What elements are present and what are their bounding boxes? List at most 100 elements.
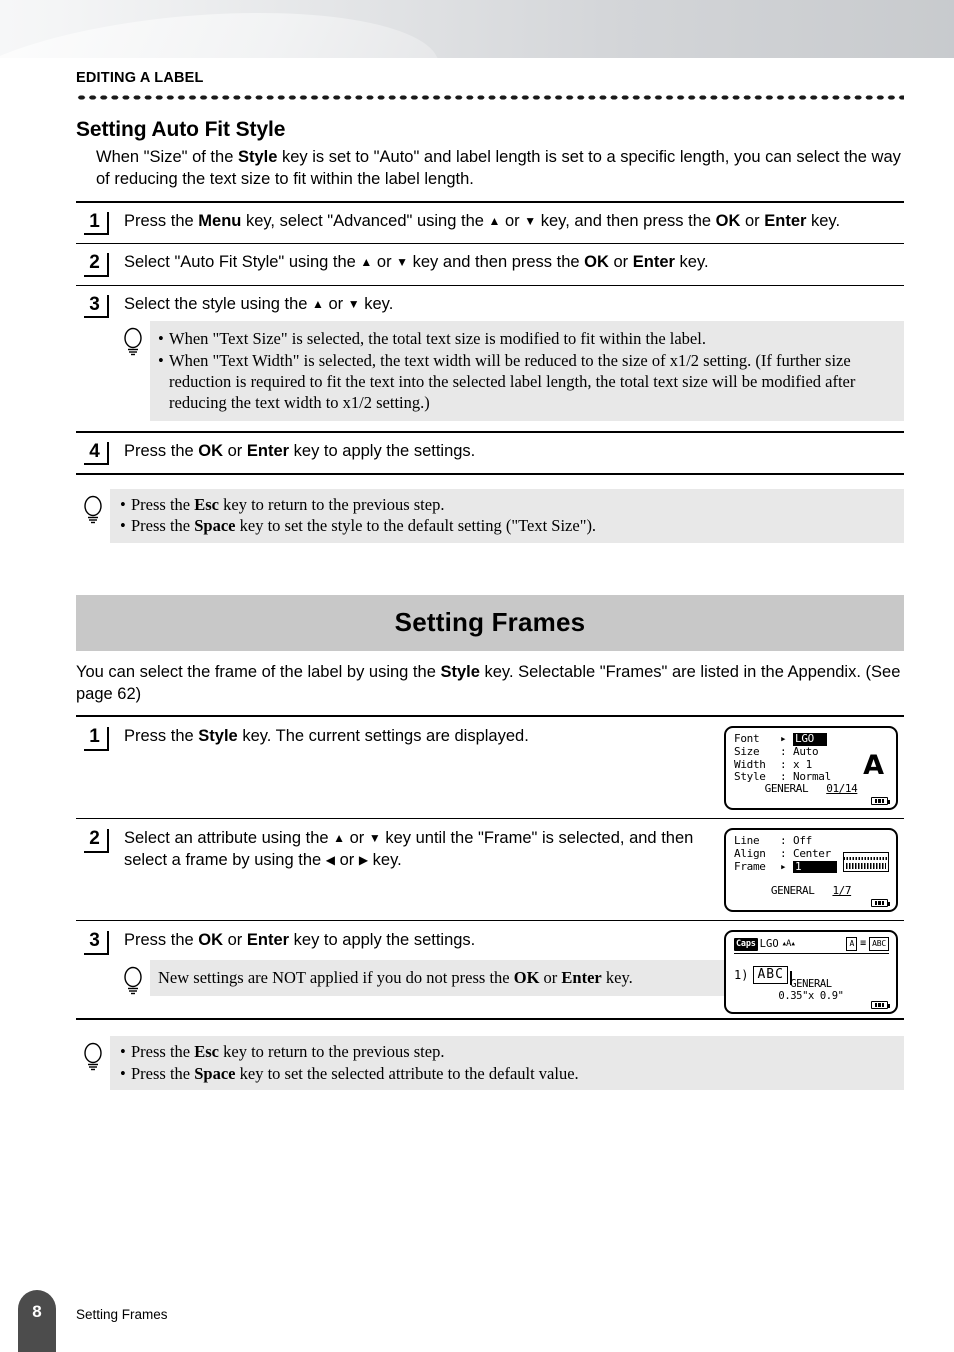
tip-text: Press the Esc key to return to the previ… [131,495,445,515]
battery-icon [871,1001,891,1010]
frame-preview-swatch [843,852,889,873]
lcd-row-sep: : [780,745,787,759]
tip-body: New settings are NOT applied if you do n… [150,959,748,997]
tip-list-item: • Press the Esc key to return to the prev… [120,494,894,515]
step-item: 2 Select an attribute using the ▲ or ▼ k… [76,819,904,920]
lcd-row-key: Frame [734,859,766,873]
lightbulb-icon [76,1036,110,1072]
step-text: Select an attribute using the ▲ or ▼ key… [124,829,694,870]
step-number: 2 [84,253,109,277]
lcd-screen-style-settings: Font ▸ LGO Size : Auto Width : x 1 Style… [724,726,898,811]
step-item: 3 Press the OK or Enter key to apply the… [76,921,904,1018]
step-item: 3 Select the style using the ▲ or ▼ key. [76,286,904,322]
lcd-footer: GENERAL 0.35"x 0.9" [726,979,896,1002]
tip-list-item: • Press the Space key to set the style to… [120,515,894,536]
bullet-icon: • [120,1063,126,1083]
tip-text: When "Text Width" is selected, the text … [169,350,856,412]
lcd-mode-label: GENERAL [764,782,809,796]
tip-box-frames-step3: New settings are NOT applied if you do n… [116,959,748,997]
lcd-footer: GENERAL 01/14 [726,782,896,795]
lcd-screen-frame-settings: Line : Off Align : Center Frame ▸ 1 GENE… [724,828,898,913]
divider-rule [76,1018,904,1021]
tip-text: Press the Space key to set the selected … [131,1063,579,1083]
down-arrow-icon: ▼ [347,296,360,311]
bullet-icon: • [158,329,164,349]
step-item: 1 Press the Menu key, select "Advanced" … [76,203,904,244]
step-number: 1 [84,727,109,751]
tip-body: • When "Text Size" is selected, the total… [150,321,904,421]
step-item: 1 Press the Style key. The current setti… [76,717,904,818]
lcd-row-sep: : [780,847,787,861]
up-arrow-icon: ▲ [360,255,373,270]
tip-box-auto-fit-end: • Press the Esc key to return to the prev… [76,489,904,543]
section-intro-frames: You can select the frame of the label by… [76,662,901,703]
tip-text: Press the Esc key to return to the previ… [131,1042,445,1062]
step-text: Select the style using the ▲ or ▼ key. [124,294,394,313]
page-number-tab: 8 [18,1290,56,1352]
dotted-divider [76,94,904,101]
lcd-row-value: Center [793,847,831,861]
step-number: 3 [84,931,109,955]
up-arrow-icon: ▲ [312,296,324,311]
section-intro-auto-fit: When "Size" of the Style key is set to "… [96,148,901,188]
bullet-icon: • [158,350,164,370]
lcd-font-label: LGO [759,938,779,951]
down-arrow-icon: ▼ [368,831,381,846]
down-arrow-icon: ▼ [524,213,537,228]
page-content: EDITING A LABEL Setting Auto Fit Style W… [76,0,904,1090]
lcd-counter: 1/7 [832,884,852,898]
up-arrow-icon: ▲ [333,831,346,846]
text-size-icon: ▴A▴ [781,939,796,950]
lcd-row-value: 1 [793,860,837,874]
footer-section-label: Setting Frames [76,1307,168,1322]
lightbulb-icon [76,489,110,525]
divider-rule [76,473,904,476]
bullet-icon: • [120,495,126,515]
tip-text: Press the Space key to set the style to … [131,516,597,536]
step-text: Press the OK or Enter key to apply the s… [124,931,476,950]
tip-list-item: • When "Text Size" is selected, the total… [158,328,892,349]
battery-icon [871,797,891,806]
lcd-row-key: Align [734,847,766,861]
step-number: 2 [84,829,109,853]
tip-body: • Press the Esc key to return to the prev… [110,489,904,543]
step-number: 3 [84,294,109,319]
align-icon: ≡ [860,938,867,950]
step-text: Select "Auto Fit Style" using the ▲ or ▼… [124,253,709,272]
left-arrow-icon: ◀ [325,853,336,868]
lcd-counter: 01/14 [826,782,858,796]
lcd-status-bar: Caps LGO ▴A▴ A ≡ ABC [734,937,889,955]
up-arrow-icon: ▲ [488,213,501,228]
lcd-footer: GENERAL 1/7 [726,884,896,897]
step-text: Press the Menu key, select "Advanced" us… [124,211,841,230]
lcd-mode-label: GENERAL [770,884,815,898]
step-number: 4 [84,441,109,466]
tip-text: When "Text Size" is selected, the total … [169,329,706,349]
step-number: 1 [84,211,109,236]
step-item: 2 Select "Auto Fit Style" using the ▲ or… [76,244,904,285]
down-arrow-icon: ▼ [396,255,409,270]
tip-box-frames-end: • Press the Esc key to return to the prev… [76,1036,904,1090]
frame-icon: ABC [869,937,889,952]
step-text: Press the Style key. The current setting… [124,727,529,746]
right-arrow-icon: ▶ [358,853,369,868]
tip-text: New settings are NOT applied if you do n… [158,967,633,987]
lightbulb-icon [116,321,150,357]
caps-indicator: Caps [734,937,758,951]
step-item: 4 Press the OK or Enter key to apply the… [76,433,904,474]
section-title-auto-fit: Setting Auto Fit Style [76,118,286,141]
lcd-preview-character: A [863,750,884,782]
tip-body: • Press the Esc key to return to the prev… [110,1036,904,1090]
tip-list-item: • Press the Esc key to return to the prev… [120,1041,894,1062]
lcd-row-value: Auto [793,745,819,759]
tip-box-auto-fit-style: • When "Text Size" is selected, the total… [116,321,904,421]
chapter-label: EDITING A LABEL [76,70,204,86]
bullet-icon: • [120,516,126,536]
step-text: Press the OK or Enter key to apply the s… [124,441,476,460]
style-icon: A [846,937,858,952]
bullet-icon: • [120,1042,126,1062]
tip-list-item: • Press the Space key to set the selected… [120,1063,894,1084]
lcd-row-key: Size [734,745,760,759]
lcd-row-caret: ▸ [780,859,787,873]
battery-icon [871,899,891,908]
